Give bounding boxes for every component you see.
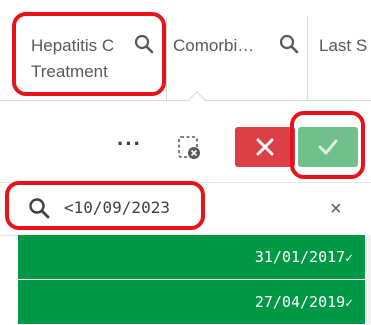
column-header-comorbidities[interactable]: Comorbi… — [167, 0, 307, 100]
clear-search-button[interactable]: × — [330, 199, 342, 219]
search-bar — [0, 182, 371, 236]
column-header-hepatitis-c-treatment[interactable]: Hepatitis C Treatment — [0, 0, 166, 100]
column-title-line-1: Hepatitis C — [31, 36, 115, 55]
check-icon: ✓ — [345, 251, 353, 266]
search-icon — [29, 198, 50, 219]
list-item[interactable]: 31/01/2017✓ — [18, 235, 365, 280]
table-header-row: Hepatitis C Treatment Comorbi… Last S — [0, 0, 371, 101]
clear-selections-icon[interactable] — [176, 134, 204, 162]
check-icon — [318, 139, 338, 155]
list-item-value: 27/04/2019 — [254, 293, 346, 311]
search-icon[interactable] — [134, 34, 154, 54]
column-title-line-1: Last S — [319, 36, 368, 55]
check-icon: ✓ — [345, 296, 353, 311]
search-icon[interactable] — [279, 34, 299, 54]
close-icon — [256, 138, 274, 156]
column-header-last[interactable]: Last S — [308, 0, 371, 100]
cancel-selection-button[interactable] — [235, 127, 295, 167]
list-item-value: 31/01/2017 — [254, 248, 346, 266]
column-title-line-1: Comorbi… — [173, 36, 255, 55]
list-scroll-edge — [365, 235, 371, 324]
search-input[interactable]: <10/09/2023 — [64, 197, 170, 219]
list-item[interactable]: 27/04/2019✓ — [18, 280, 365, 325]
confirm-selection-button[interactable] — [298, 127, 358, 167]
more-options-button[interactable]: ··· — [117, 133, 142, 155]
column-title-line-2: Treatment — [31, 62, 108, 81]
